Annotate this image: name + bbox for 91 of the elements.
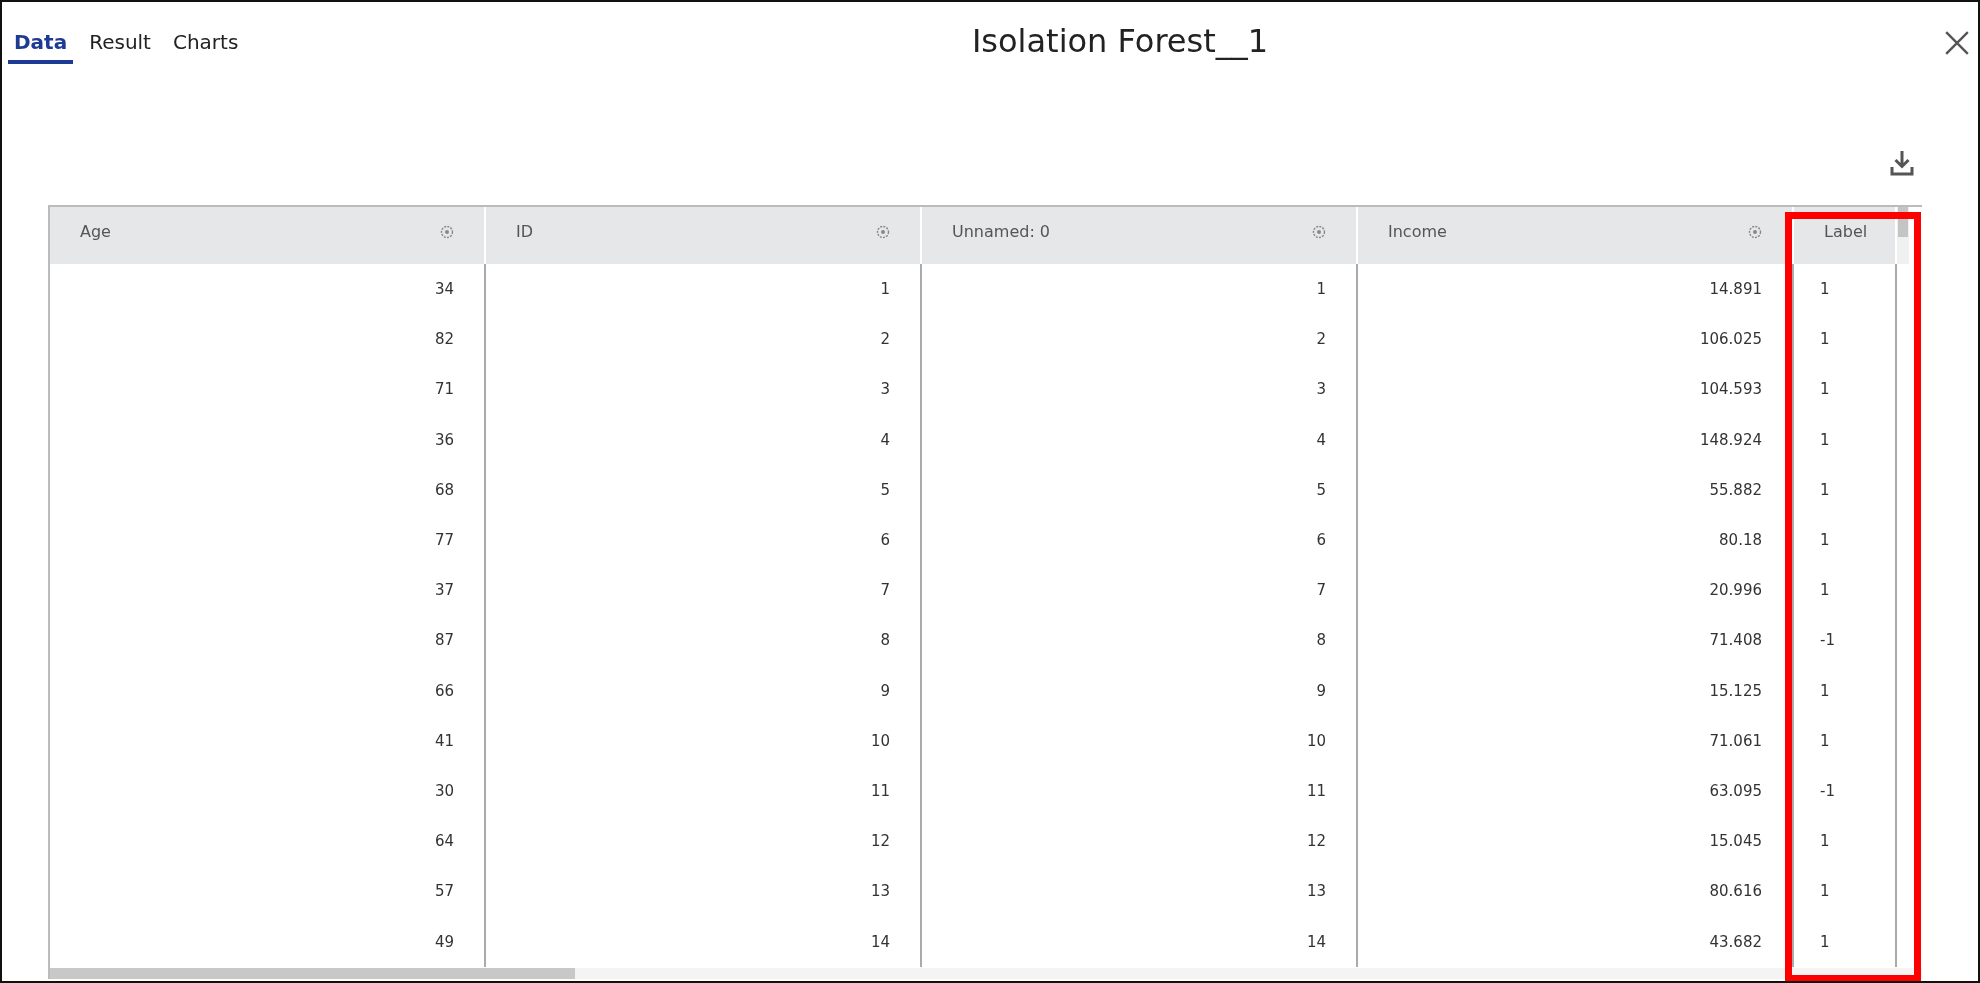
table-cell: 1 (1820, 430, 1830, 449)
tab[interactable]: Result (83, 26, 157, 64)
table-cell: 10 (870, 731, 890, 750)
download-icon[interactable] (1890, 150, 1914, 176)
table-cell: 1 (880, 280, 890, 299)
tab[interactable]: Charts (166, 26, 245, 64)
table-cell: 8 (880, 631, 890, 650)
table-cell: 1 (1820, 531, 1830, 550)
table-cell: 77 (434, 531, 454, 550)
settings-icon[interactable] (440, 224, 454, 239)
table-cell: 11 (870, 781, 890, 800)
table-cell: 10 (1306, 731, 1326, 750)
table-cell: 4 (1316, 430, 1326, 449)
table-cell: 87 (434, 631, 454, 650)
table-cell: 1 (1820, 380, 1830, 399)
table-cell: 80.18 (1719, 531, 1762, 550)
table-cell: 37 (434, 581, 454, 600)
table-cell: 7 (880, 581, 890, 600)
table-cell: 82 (434, 330, 454, 349)
table-cell: 148.924 (1699, 430, 1762, 449)
table-cell: 1 (1820, 731, 1830, 750)
scrollbar-thumb[interactable] (1898, 207, 1908, 237)
table-cell: 6 (1316, 531, 1326, 550)
column-header-label: ID (516, 222, 534, 241)
table-cell: 14.891 (1709, 280, 1762, 299)
table-cell: 36 (434, 430, 454, 449)
table-cell: 5 (880, 480, 890, 499)
table-cell: 4 (880, 430, 890, 449)
table-cell: 64 (434, 832, 454, 851)
settings-icon[interactable] (1312, 224, 1326, 239)
table-cell: 5 (1316, 480, 1326, 499)
table-cell: 15.125 (1709, 681, 1762, 700)
table-cell: 68 (434, 480, 454, 499)
table-cell: 1 (1820, 581, 1830, 600)
column-header[interactable]: ID (486, 207, 922, 264)
table-cell: -1 (1820, 781, 1835, 800)
table-cell: 9 (1316, 681, 1326, 700)
table-cell: 6 (880, 531, 890, 550)
table-cell: 104.593 (1699, 380, 1762, 399)
table-cell: -1 (1820, 631, 1835, 650)
table-cell: 71.408 (1709, 631, 1762, 650)
table-cell: 1 (1316, 280, 1326, 299)
scrollbar-thumb[interactable] (50, 968, 575, 979)
table-cell: 1 (1820, 932, 1830, 951)
table-cell: 14 (1306, 932, 1326, 951)
table-cell: 9 (880, 681, 890, 700)
table-cell: 71.061 (1709, 731, 1762, 750)
table-cell: 13 (1306, 882, 1326, 901)
column-header-label: Age (80, 222, 111, 241)
table-cell: 71 (434, 380, 454, 399)
table-cell: 43.682 (1709, 932, 1762, 951)
table-cell: 1 (1820, 681, 1830, 700)
table-cell: 12 (870, 832, 890, 851)
column-header[interactable]: Unnamed: 0 (922, 207, 1358, 264)
table-cell: 11 (1306, 781, 1326, 800)
table-cell: 20.996 (1709, 581, 1762, 600)
tab[interactable]: Data (8, 26, 74, 64)
table-cell: 12 (1306, 832, 1326, 851)
table-cell: 1 (1820, 832, 1830, 851)
table-cell: 1 (1820, 330, 1830, 349)
table-cell: 66 (434, 681, 454, 700)
table-cell: 1 (1820, 280, 1830, 299)
table-cell: 41 (434, 731, 454, 750)
table-cell: 1 (1820, 882, 1830, 901)
table-cell: 1 (1820, 480, 1830, 499)
table-cell: 13 (870, 882, 890, 901)
table-cell: 2 (880, 330, 890, 349)
table-cell: 15.045 (1709, 832, 1762, 851)
column-header[interactable]: Income (1358, 207, 1794, 264)
table-cell: 2 (1316, 330, 1326, 349)
table-cell: 8 (1316, 631, 1326, 650)
table-cell: 80.616 (1709, 882, 1762, 901)
column-header-label: Label (1824, 222, 1868, 241)
table-cell: 55.882 (1709, 480, 1762, 499)
settings-icon[interactable] (1748, 224, 1762, 239)
close-icon[interactable] (1944, 30, 1970, 56)
table-cell: 63.095 (1709, 781, 1762, 800)
table-cell: 3 (880, 380, 890, 399)
settings-icon[interactable] (876, 224, 890, 239)
table-cell: 30 (434, 781, 454, 800)
column-header[interactable]: Age (50, 207, 486, 264)
table-cell: 34 (434, 280, 454, 299)
table-cell: 7 (1316, 581, 1326, 600)
column-header-label: Unnamed: 0 (952, 222, 1051, 241)
dialog-title: Isolation Forest__1 (971, 21, 1269, 60)
column-header-label: Income (1388, 222, 1447, 241)
table-cell: 106.025 (1699, 330, 1762, 349)
table-cell: 49 (434, 932, 454, 951)
table-cell: 14 (870, 932, 890, 951)
table-cell: 57 (434, 882, 454, 901)
table-cell: 3 (1316, 380, 1326, 399)
